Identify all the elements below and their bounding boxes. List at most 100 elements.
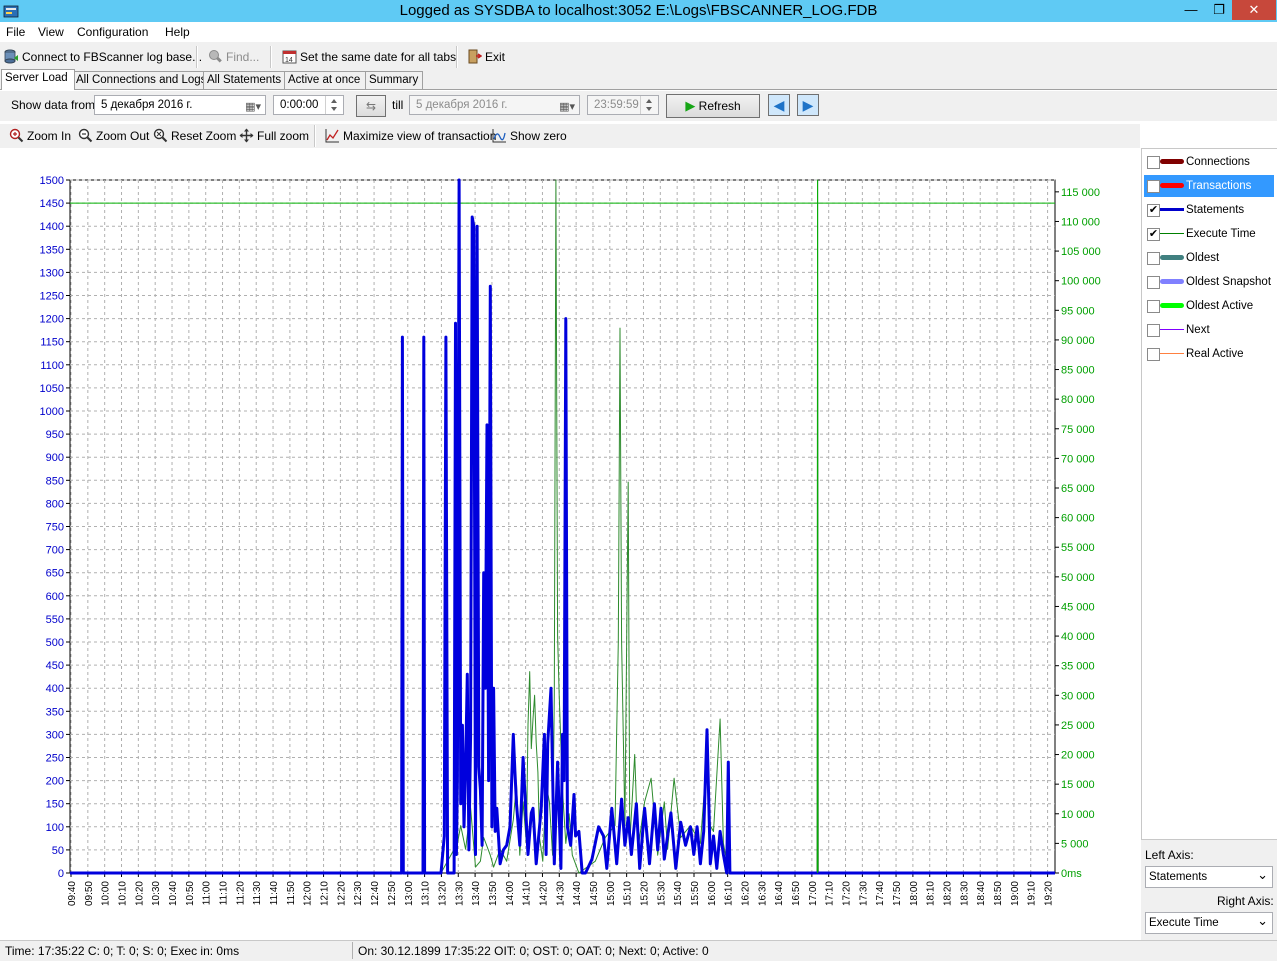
legend-item-real-active[interactable]: Real Active	[1144, 343, 1274, 365]
toolbar-separator	[314, 125, 316, 147]
legend-checkbox[interactable]	[1147, 252, 1160, 265]
refresh-button[interactable]: ▶ Refresh	[666, 94, 760, 118]
x-axis-tick-label: 16:30	[757, 881, 768, 906]
from-time-input[interactable]: 0:00:00	[273, 95, 344, 115]
legend-item-statements[interactable]: ✔ Statements	[1144, 199, 1274, 221]
legend-item-connections[interactable]: Connections	[1144, 151, 1274, 173]
x-axis-tick-label: 12:00	[303, 881, 314, 906]
full-zoom-label: Full zoom	[257, 129, 310, 143]
x-axis-tick-label: 11:00	[202, 881, 213, 906]
legend-checkbox[interactable]	[1147, 276, 1160, 289]
till-time-input[interactable]: 23:59:59	[587, 95, 659, 115]
x-axis-tick-label: 09:40	[67, 881, 78, 906]
legend-item-transactions[interactable]: Transactions	[1144, 175, 1274, 197]
legend-label: Transactions	[1186, 180, 1252, 192]
legend-item-oldest-active[interactable]: Oldest Active	[1144, 295, 1274, 317]
left-axis-tick-label: 1200	[40, 314, 64, 326]
right-axis-tick-label: 105 000	[1061, 246, 1101, 258]
till-date-value: 5 декабря 2016 г.	[416, 99, 508, 111]
legend-item-oldest[interactable]: Oldest	[1144, 247, 1274, 269]
from-date-picker[interactable]: 5 декабря 2016 г. ▦▾	[94, 95, 266, 115]
x-axis-tick-label: 12:30	[353, 881, 364, 906]
menu-view[interactable]: View	[38, 25, 64, 39]
right-axis-tick-label: 115 000	[1061, 187, 1100, 199]
maximize-button[interactable]: ❐	[1205, 0, 1233, 20]
connect-button[interactable]: Connect to FBScanner log base...	[4, 48, 202, 66]
full-zoom-button[interactable]: Full zoom	[239, 127, 309, 145]
same-date-button[interactable]: 14 Set the same date for all tabs	[282, 48, 456, 66]
legend-checkbox[interactable]	[1147, 180, 1160, 193]
menu-bar: File View Configuration Help	[0, 22, 1277, 42]
close-button[interactable]: ✕	[1232, 0, 1276, 20]
legend-checkbox[interactable]	[1147, 324, 1160, 337]
right-axis-tick-label: 15 000	[1061, 779, 1095, 791]
till-date-picker[interactable]: 5 декабря 2016 г. ▦▾	[409, 95, 580, 115]
tab-active-at-once[interactable]: Active at once	[284, 71, 367, 89]
show-from-label: Show data from	[11, 98, 96, 112]
zoom-in-button[interactable]: Zoom In	[9, 127, 71, 145]
swap-dates-button[interactable]: ⇆	[356, 95, 386, 117]
legend-checkbox[interactable]	[1147, 348, 1160, 361]
left-axis-tick-label: 1000	[40, 406, 64, 418]
right-axis-select[interactable]: Execute Time	[1145, 911, 1273, 934]
tab-server-load[interactable]: Server Load	[1, 69, 75, 90]
menu-file[interactable]: File	[6, 25, 25, 39]
right-axis-value: Execute Time	[1149, 917, 1219, 929]
x-axis-tick-label: 19:10	[1027, 881, 1038, 906]
zoom-out-icon	[78, 128, 93, 143]
left-axis-tick-label: 150	[46, 799, 64, 811]
previous-day-button[interactable]: ◀	[768, 94, 790, 116]
maximize-view-button[interactable]: Maximize view of transaction	[325, 127, 496, 145]
left-axis-select[interactable]: Statements	[1145, 865, 1273, 888]
show-zero-button[interactable]: Show zero	[492, 127, 567, 145]
menu-configuration[interactable]: Configuration	[77, 25, 148, 39]
legend-checkbox[interactable]: ✔	[1147, 228, 1160, 241]
main-toolbar: Connect to FBScanner log base... Find...…	[0, 43, 1277, 69]
zoom-out-button[interactable]: Zoom Out	[78, 127, 149, 145]
next-day-button[interactable]: ▶	[797, 94, 819, 116]
left-axis-tick-label: 1050	[40, 383, 64, 395]
x-axis-tick-label: 19:20	[1044, 881, 1055, 906]
legend-swatch	[1160, 279, 1184, 284]
left-axis-tick-label: 800	[46, 498, 64, 510]
right-axis-tick-label: 10 000	[1061, 809, 1095, 821]
x-axis-tick-label: 17:50	[892, 881, 903, 906]
legend-item-next[interactable]: Next	[1144, 319, 1274, 341]
x-axis-tick-label: 11:50	[286, 881, 297, 906]
left-axis-tick-label: 850	[46, 475, 64, 487]
legend-item-oldest-snapshot[interactable]: Oldest Snapshot	[1144, 271, 1274, 293]
spin-arrows-icon[interactable]	[640, 96, 657, 114]
menu-help[interactable]: Help	[165, 25, 190, 39]
left-axis-tick-label: 400	[46, 683, 64, 695]
x-axis-tick-label: 16:50	[791, 881, 802, 906]
spin-arrows-icon[interactable]	[325, 96, 342, 114]
left-axis-tick-label: 200	[46, 776, 64, 788]
legend-swatch	[1160, 353, 1184, 354]
zoom-toolbar: Zoom In Zoom Out Reset Zoom Full zoom Ma…	[0, 124, 1140, 148]
tab-all-statements[interactable]: All Statements	[203, 71, 286, 89]
find-button[interactable]: Find...	[208, 48, 259, 66]
reset-zoom-button[interactable]: Reset Zoom	[153, 127, 236, 145]
right-axis-label: Right Axis:	[1217, 894, 1274, 908]
right-axis-tick-label: 70 000	[1061, 453, 1095, 465]
legend-checkbox[interactable]	[1147, 156, 1160, 169]
left-axis-tick-label: 1100	[40, 360, 64, 372]
legend-swatch	[1160, 255, 1184, 260]
x-axis-tick-label: 13:20	[437, 881, 448, 906]
status-divider	[352, 942, 353, 959]
legend-item-execute-time[interactable]: ✔ Execute Time	[1144, 223, 1274, 245]
tab-all-connections[interactable]: All Connections and Logs	[72, 71, 206, 89]
left-axis-tick-label: 1500	[40, 175, 64, 187]
legend-checkbox[interactable]: ✔	[1147, 204, 1160, 217]
legend-checkbox[interactable]	[1147, 300, 1160, 313]
x-axis-tick-label: 10:50	[185, 881, 196, 906]
server-load-chart[interactable]: 0 50 100 150 200 250 300 350 400 450 500 550 600 650 7…	[0, 148, 1140, 940]
x-axis-tick-label: 16:40	[774, 881, 785, 906]
exit-button[interactable]: Exit	[467, 48, 505, 66]
chart-area: 0 50 100 150 200 250 300 350 400 450 500 550 600 650 7…	[0, 148, 1140, 940]
minimize-button[interactable]: —	[1177, 0, 1205, 20]
left-axis-tick-label: 1400	[40, 221, 64, 233]
x-axis-tick-label: 19:00	[1010, 881, 1021, 906]
x-axis-tick-label: 14:10	[522, 881, 533, 906]
tab-summary[interactable]: Summary	[365, 71, 423, 89]
